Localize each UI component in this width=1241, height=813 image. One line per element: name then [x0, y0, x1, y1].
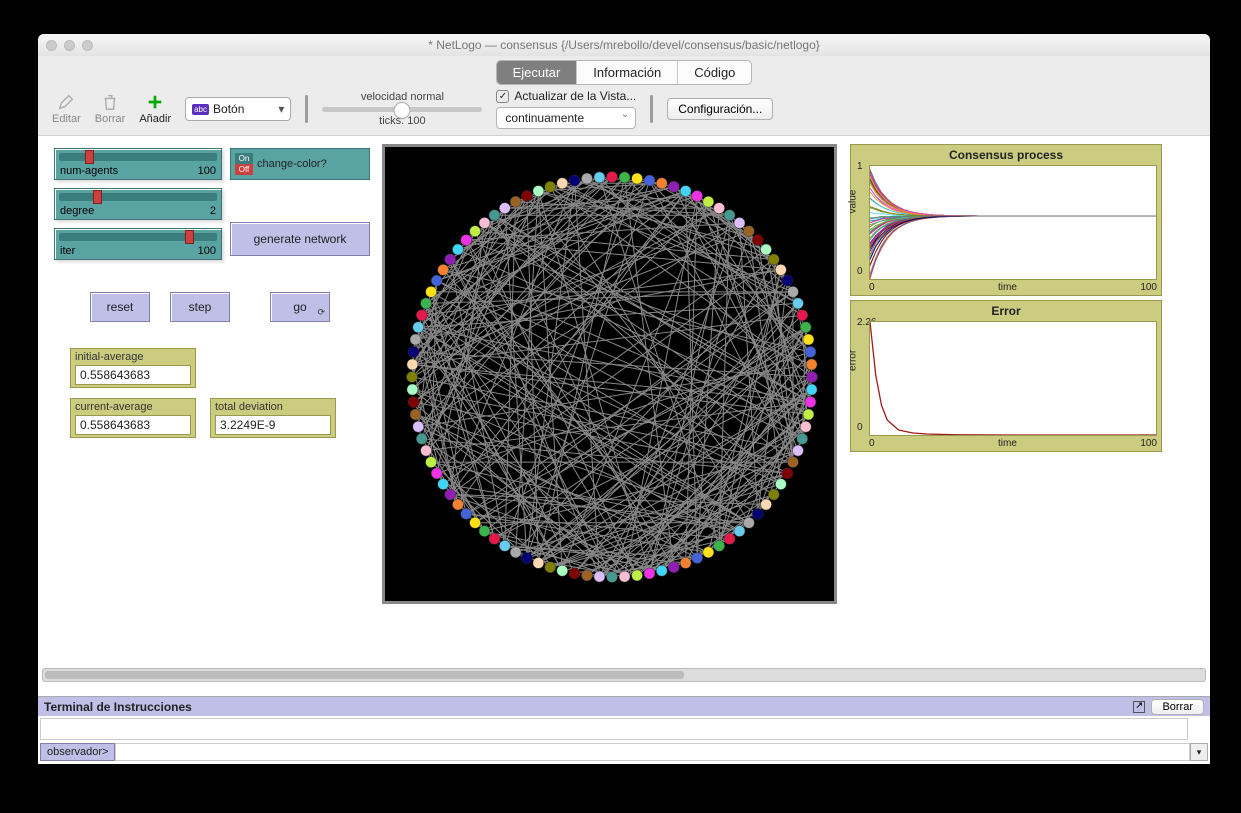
plot-error: Error 2.26 0 error 0 time 100 [850, 300, 1162, 452]
zoom-icon[interactable] [82, 40, 93, 51]
tab-code[interactable]: Código [678, 61, 751, 84]
view-update-block: ✓ Actualizar de la Vista... continuament… [496, 89, 636, 129]
slider-degree[interactable]: degree 2 [54, 188, 222, 220]
slider-num-agents[interactable]: num-agents 100 [54, 148, 222, 180]
scrollbar-thumb[interactable] [45, 671, 684, 679]
chevron-down-icon: ▾ [278, 102, 284, 116]
command-history-dropdown[interactable]: ▾ [1190, 743, 1208, 761]
separator [650, 95, 653, 123]
close-icon[interactable] [46, 40, 57, 51]
switch-change-color[interactable]: OnOff change-color? [230, 148, 370, 180]
network-graph [385, 147, 840, 607]
interface-panel: num-agents 100 degree 2 iter 100 OnOff c… [38, 135, 1210, 764]
button-step[interactable]: step [170, 292, 230, 322]
window-controls [46, 40, 93, 51]
clear-terminal-button[interactable]: Borrar [1151, 699, 1204, 715]
button-reset[interactable]: reset [90, 292, 150, 322]
checkbox-icon: ✓ [496, 90, 509, 103]
update-mode-select[interactable]: continuamente [496, 107, 636, 129]
titlebar: * NetLogo — consensus {/Users/mrebollo/d… [38, 34, 1210, 56]
plot-consensus: Consensus process 1 0 value 0 time 100 [850, 144, 1162, 296]
speed-control: velocidad normal ticks: 100 [322, 91, 482, 127]
monitor-total-deviation: total deviation 3.2249E-9 [210, 398, 336, 438]
config-button[interactable]: Configuración... [667, 98, 773, 120]
delete-button[interactable]: Borrar [95, 93, 126, 125]
speed-slider[interactable] [322, 107, 482, 112]
plus-icon [146, 93, 164, 111]
switch-off: Off [235, 164, 253, 175]
tab-run[interactable]: Ejecutar [497, 61, 578, 84]
switch-on: On [235, 153, 253, 164]
monitor-initial-average: initial-average 0.558643683 [70, 348, 196, 388]
world-view[interactable] [382, 144, 837, 604]
terminal-output [40, 718, 1188, 740]
terminal-header: Terminal de Instrucciones Borrar [38, 696, 1210, 716]
loop-icon: ⟳ [317, 307, 325, 318]
command-input[interactable] [115, 743, 1190, 761]
horizontal-scrollbar[interactable] [42, 668, 1206, 682]
tab-bar: Ejecutar Información Código [38, 56, 1210, 87]
app-window: * NetLogo — consensus {/Users/mrebollo/d… [38, 34, 1210, 764]
button-go[interactable]: go ⟳ [270, 292, 330, 322]
slider-iter[interactable]: iter 100 [54, 228, 222, 260]
pencil-icon [57, 93, 75, 111]
edit-button[interactable]: Editar [52, 93, 81, 125]
command-prompt-label[interactable]: observador> [40, 743, 115, 761]
abc-icon: abc [192, 104, 209, 115]
separator [305, 95, 308, 123]
monitor-current-average: current-average 0.558643683 [70, 398, 196, 438]
update-view-checkbox[interactable]: ✓ Actualizar de la Vista... [496, 89, 636, 103]
command-row: observador> ▾ [40, 742, 1208, 762]
widget-type-select[interactable]: abc Botón ▾ [185, 97, 291, 121]
trash-icon [101, 93, 119, 111]
add-button[interactable]: Añadir [139, 93, 171, 125]
window-title: * NetLogo — consensus {/Users/mrebollo/d… [38, 38, 1210, 52]
expand-icon[interactable] [1133, 701, 1145, 713]
toolbar: Editar Borrar Añadir abc Botón ▾ velocid… [38, 87, 1210, 135]
minimize-icon[interactable] [64, 40, 75, 51]
button-generate-network[interactable]: generate network [230, 222, 370, 256]
tab-info[interactable]: Información [577, 61, 678, 84]
